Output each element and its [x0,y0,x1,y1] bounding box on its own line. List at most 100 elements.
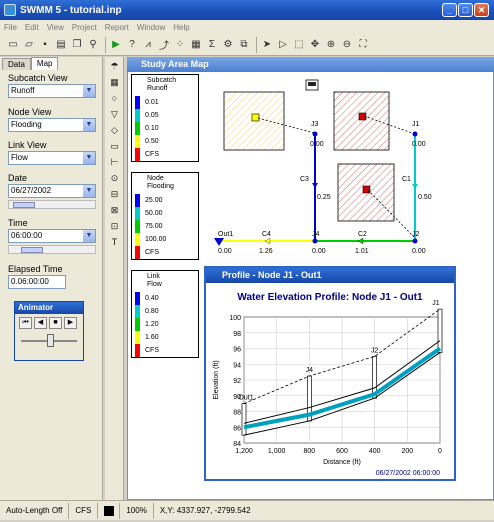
date-scrollbar[interactable] [8,200,96,209]
time-series-icon[interactable]: ⤴ [157,38,171,52]
orifice-icon[interactable]: ⊟ [107,188,122,201]
menu-project[interactable]: Project [72,23,97,32]
node-value-out1: 0.00 [218,248,232,255]
close-button[interactable]: ✕ [474,3,489,17]
menu-report[interactable]: Report [105,23,129,32]
play-icon[interactable]: ▶ [64,317,77,329]
subcatch-view-select[interactable]: Runoff ▼ [8,84,96,98]
outfall-icon[interactable]: ▽ [107,108,122,121]
subcatchment-s1[interactable] [223,91,285,151]
junction-j2[interactable] [412,238,418,244]
vertex-icon[interactable]: ▷ [276,38,290,52]
legend-value: 0.10 [145,125,159,132]
link-value-c4: 1.26 [259,248,273,255]
link-view-select[interactable]: Flow ▼ [8,151,96,165]
speed-slider[interactable] [21,333,77,349]
chevron-down-icon: ▼ [83,152,95,164]
statistics-icon[interactable]: Σ [205,38,219,52]
legend-value: 25.00 [145,197,163,204]
junction-j4[interactable] [312,238,318,244]
print-icon[interactable]: ▤ [54,38,68,52]
tab-map[interactable]: Map [30,57,59,70]
flow-units-status[interactable]: CFS [69,502,99,519]
run-icon[interactable]: ▶ [109,38,123,52]
minimize-button[interactable]: _ [442,3,457,17]
select-icon[interactable]: ➤ [260,38,274,52]
rewind-icon[interactable]: ⏮ [19,317,32,329]
y-tick-label: 88 [233,410,241,417]
storage-icon[interactable]: ▭ [107,140,122,153]
node-legend[interactable]: Node Flooding 25.00 50.00 75.00 100.00 CF… [131,172,199,260]
auto-length-status[interactable]: Auto-Length Off [0,502,70,519]
profile-timestamp: 06/27/2002 06:00:00 [376,470,440,477]
junction-icon[interactable]: ○ [107,92,122,105]
node-id-j3: J3 [311,121,319,128]
zoom-in-icon[interactable]: ⊕ [324,38,338,52]
time-value: 06:00:00 [11,231,43,240]
legend-title-line: Link [147,273,160,280]
find-icon[interactable]: ⚲ [86,38,100,52]
query-icon[interactable]: ? [125,38,139,52]
region-icon[interactable]: ⬚ [292,38,306,52]
y-tick-label: 92 [233,378,241,385]
subcatchment-s2[interactable] [333,91,390,151]
junction-j3[interactable] [312,131,318,137]
divider-icon[interactable]: ◇ [107,124,122,137]
options-icon[interactable]: ⚙ [221,38,235,52]
x-tick-label: 1,200 [235,448,253,455]
node-value-j2: 0.00 [412,248,426,255]
save-icon[interactable]: ▪ [38,38,52,52]
link-legend[interactable]: Link Flow 0.40 0.80 1.20 1.60 CFS [131,270,199,358]
node-id-j1: J1 [412,121,420,128]
scatter-plot-icon[interactable]: ⁘ [173,38,187,52]
full-extent-icon[interactable]: ⛶ [356,38,370,52]
menu-edit[interactable]: Edit [25,23,39,32]
zoom-out-icon[interactable]: ⊖ [340,38,354,52]
time-scrollbar[interactable] [8,245,96,254]
menu-view[interactable]: View [47,23,64,32]
subcatchment-icon[interactable]: ▦ [107,76,122,89]
outlet-icon[interactable]: ⊡ [107,220,122,233]
x-tick-label: 400 [369,448,381,455]
map-canvas[interactable]: J3 0.00 J1 0.00 J4 0.00 J2 0.00 Out1 0.0… [200,72,494,266]
weir-icon[interactable]: ⊠ [107,204,122,217]
node-view-select[interactable]: Flooding ▼ [8,118,96,132]
node-value-j4: 0.00 [312,248,326,255]
menu-file[interactable]: File [4,23,17,32]
profile-plot-icon[interactable]: ⩘ [141,38,155,52]
label-icon[interactable]: T [107,236,122,249]
copy-icon[interactable]: ❐ [70,38,84,52]
pump-icon[interactable]: ⊙ [107,172,122,185]
link-value-c3: 0.25 [317,194,331,201]
y-tick-label: 100 [229,315,241,322]
back-icon[interactable]: ◀ [34,317,47,329]
date-select[interactable]: 06/27/2002 ▼ [8,184,96,198]
maximize-button[interactable]: □ [458,3,473,17]
time-select[interactable]: 06:00:00 ▼ [8,229,96,243]
subcatchment-s3[interactable] [337,163,395,222]
node-label: J1 [432,300,440,307]
pan-icon[interactable]: ✥ [308,38,322,52]
slider-thumb[interactable] [47,334,54,347]
elapsed-time-field[interactable]: 0.06:00:00 [8,275,66,289]
browser-panel: Data Map Subcatch View Runoff ▼ Node View… [0,57,103,500]
profile-window[interactable]: Profile - Node J1 - Out1 Water Elevation… [204,266,456,481]
node-view-value: Flooding [11,120,42,129]
tab-data[interactable]: Data [2,58,31,70]
arrange-icon[interactable]: ⧉ [237,38,251,52]
rain-gage-icon[interactable]: ☂ [107,60,122,73]
junction-j1[interactable] [412,131,418,137]
open-icon[interactable]: ▱ [22,38,36,52]
conduit-icon[interactable]: ⊢ [107,156,122,169]
table-icon[interactable]: ▦ [189,38,203,52]
new-icon[interactable]: ▭ [6,38,20,52]
menu-help[interactable]: Help [173,23,189,32]
legend-units: CFS [145,249,159,256]
legend-value: 0.80 [145,308,159,315]
stop-icon[interactable]: ■ [49,317,62,329]
subcatch-legend[interactable]: Subcatch Runoff 0.01 0.05 0.10 0.50 CFS [131,74,199,162]
menu-bar: File Edit View Project Report Window Hel… [0,20,494,34]
menu-window[interactable]: Window [137,23,165,32]
legend-value: 0.40 [145,295,159,302]
rain-gage[interactable] [305,79,319,91]
